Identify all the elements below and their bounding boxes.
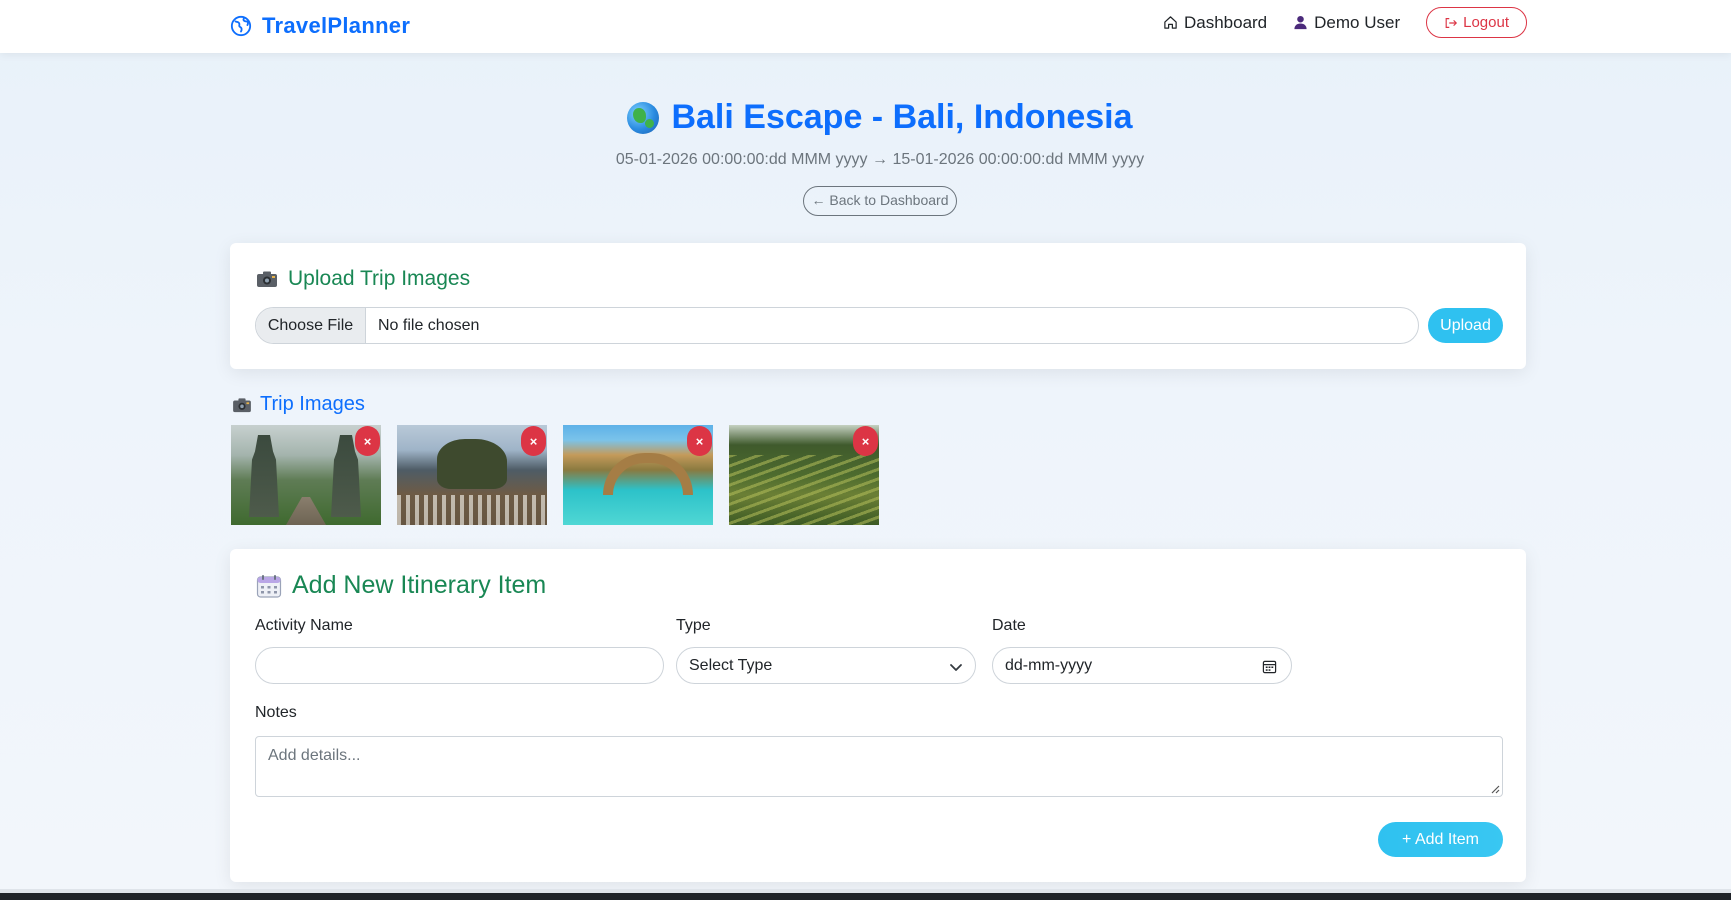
choose-file-button[interactable]: Choose File bbox=[256, 308, 366, 343]
nav-user-link[interactable]: Demo User bbox=[1293, 13, 1400, 33]
delete-image-button[interactable]: × bbox=[355, 426, 380, 456]
notes-placeholder: Add details... bbox=[268, 747, 361, 764]
brand-link[interactable]: TravelPlanner bbox=[230, 11, 410, 41]
globe-icon bbox=[230, 15, 252, 37]
date-input[interactable]: dd-mm-yyyy bbox=[992, 647, 1292, 684]
date-value: dd-mm-yyyy bbox=[1005, 656, 1093, 674]
file-status: No file chosen bbox=[378, 316, 480, 334]
camera-icon bbox=[233, 397, 251, 412]
delete-image-button[interactable]: × bbox=[521, 426, 546, 456]
activity-name-label: Activity Name bbox=[255, 617, 353, 634]
nav-dashboard-label: Dashboard bbox=[1183, 12, 1268, 32]
trip-images-heading: Trip Images bbox=[232, 393, 365, 416]
page-title: Bali Escape - Bali, Indonesia bbox=[627, 98, 1133, 137]
trip-image-beach-arch[interactable]: × bbox=[563, 425, 713, 525]
camera-icon bbox=[257, 271, 277, 287]
chevron-down-icon bbox=[950, 664, 962, 671]
type-select[interactable]: Select Type bbox=[676, 647, 976, 684]
upload-title-text: Upload Trip Images bbox=[288, 267, 471, 290]
nav-user-label: Demo User bbox=[1314, 12, 1401, 32]
logout-button[interactable]: Logout bbox=[1426, 7, 1527, 38]
delete-image-button[interactable]: × bbox=[853, 426, 878, 456]
brand-name: TravelPlanner bbox=[262, 13, 411, 38]
nav-menu: Dashboard Demo User Logout bbox=[1163, 7, 1527, 38]
trip-header: Bali Escape - Bali, Indonesia 05-01-2026… bbox=[0, 98, 1731, 216]
type-selected-value: Select Type bbox=[689, 656, 773, 674]
globe-emoji-icon bbox=[627, 101, 660, 134]
upload-card: Upload Trip Images Choose File No file c… bbox=[230, 243, 1526, 369]
trip-image-sea-temple[interactable]: × bbox=[397, 425, 547, 525]
upload-card-title: Upload Trip Images bbox=[256, 267, 470, 291]
person-icon bbox=[1294, 15, 1307, 30]
calendar-icon bbox=[256, 574, 282, 598]
trip-dates: 05-01-2026 00:00:00:dd MMM yyyy → 15-01-… bbox=[615, 150, 1145, 168]
date-label: Date bbox=[992, 617, 1026, 634]
file-input[interactable]: Choose File No file chosen bbox=[255, 307, 1419, 344]
logout-icon bbox=[1445, 17, 1458, 28]
navbar: TravelPlanner Dashboard Demo User Logout bbox=[0, 0, 1731, 53]
add-item-button[interactable]: + Add Item bbox=[1378, 822, 1503, 857]
image-gallery: × × × × bbox=[231, 425, 879, 525]
delete-image-button[interactable]: × bbox=[687, 426, 712, 456]
type-label: Type bbox=[676, 617, 711, 634]
notes-textarea[interactable]: Add details... bbox=[255, 736, 1503, 797]
trip-image-rice-terraces[interactable]: × bbox=[729, 425, 879, 525]
taskbar-edge bbox=[0, 889, 1731, 900]
resize-grip-icon[interactable] bbox=[1490, 784, 1500, 794]
trip-images-title: Trip Images bbox=[260, 393, 365, 415]
activity-name-input[interactable] bbox=[255, 647, 664, 684]
itinerary-card-title: Add New Itinerary Item bbox=[256, 571, 546, 600]
calendar-picker-icon[interactable] bbox=[1262, 659, 1277, 674]
itinerary-card: Add New Itinerary Item Activity Name Typ… bbox=[230, 549, 1526, 882]
back-to-dashboard-button[interactable]: ← Back to Dashboard bbox=[802, 185, 958, 216]
logout-label: Logout bbox=[1463, 14, 1509, 31]
nav-dashboard-link[interactable]: Dashboard bbox=[1163, 13, 1267, 33]
trip-title-text: Bali Escape - Bali, Indonesia bbox=[671, 98, 1133, 136]
notes-label: Notes bbox=[255, 704, 297, 721]
upload-button[interactable]: Upload bbox=[1428, 308, 1503, 343]
itinerary-title-text: Add New Itinerary Item bbox=[292, 571, 547, 599]
trip-image-temple-gate[interactable]: × bbox=[231, 425, 381, 525]
house-icon bbox=[1164, 16, 1177, 29]
